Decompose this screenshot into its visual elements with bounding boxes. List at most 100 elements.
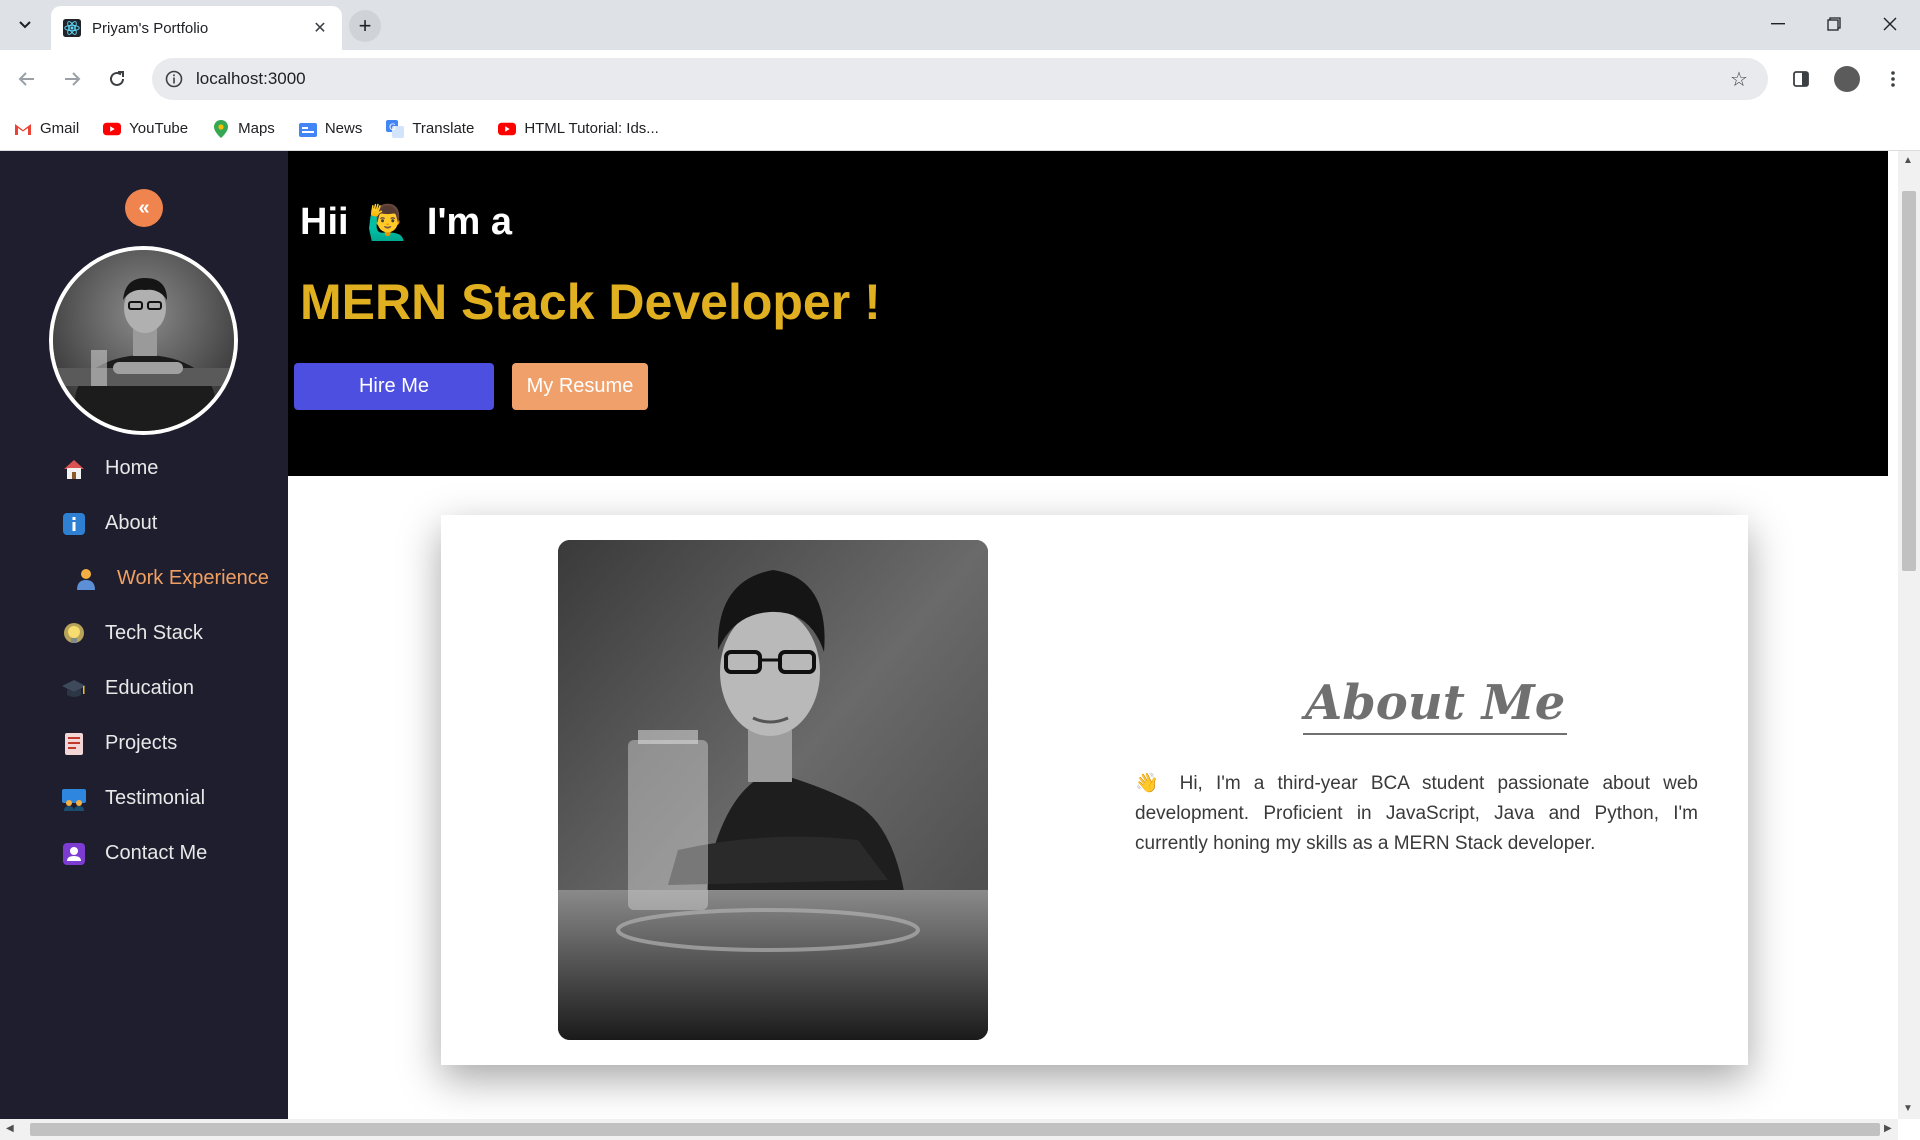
worker-icon (73, 566, 99, 592)
arrow-right-icon (65, 72, 81, 86)
arrow-left-icon (18, 72, 34, 86)
translate-icon: G (386, 119, 405, 138)
bookmark-youtube[interactable]: YouTube (103, 120, 188, 138)
profile-button[interactable] (1830, 62, 1864, 96)
browser-tab[interactable]: Priyam's Portfolio ✕ (51, 6, 342, 50)
hero-role: MERN Stack Developer ! (300, 274, 881, 330)
hero-greeting: Hii 🙋‍♂️ I'm a (300, 201, 512, 244)
contact-icon (61, 841, 87, 867)
lightbulb-icon (61, 621, 87, 647)
close-icon (1883, 17, 1897, 31)
bookmark-maps[interactable]: Maps (212, 119, 275, 138)
bookmark-label: Gmail (40, 120, 80, 137)
restore-icon (1827, 17, 1841, 31)
sidebar-item-about[interactable]: About (0, 496, 288, 551)
sidebar-item-testimonial[interactable]: Testimonial (0, 771, 288, 826)
bookmark-translate[interactable]: G Translate (386, 119, 474, 138)
document-icon (61, 731, 87, 757)
vertical-scrollbar[interactable]: ▲ ▼ (1898, 151, 1920, 1119)
tab-strip: Priyam's Portfolio ✕ + (0, 0, 1920, 50)
hire-me-button[interactable]: Hire Me (294, 363, 494, 410)
sidebar-item-label: Testimonial (105, 787, 206, 809)
bookmark-star-icon[interactable]: ☆ (1724, 64, 1754, 94)
gmail-icon (14, 120, 32, 138)
my-resume-button[interactable]: My Resume (512, 363, 648, 410)
reload-button[interactable] (100, 62, 134, 96)
site-info-icon[interactable] (162, 67, 186, 91)
about-title: About Me (1303, 675, 1568, 735)
address-bar[interactable]: localhost:3000 ☆ (152, 58, 1768, 100)
plus-icon: + (358, 13, 372, 38)
sidebar-item-label: Work Experience (117, 567, 269, 589)
sidebar-item-education[interactable]: Education (0, 661, 288, 716)
back-button[interactable] (10, 62, 44, 96)
side-panel-icon (1793, 71, 1809, 87)
scroll-left-icon[interactable]: ◀ (6, 1123, 14, 1134)
sidebar-item-work-experience[interactable]: Work Experience (0, 551, 288, 606)
close-window-button[interactable] (1862, 8, 1918, 40)
react-icon (63, 19, 81, 37)
bookmark-label: HTML Tutorial: Ids... (524, 120, 659, 137)
tab-search-button[interactable] (12, 12, 38, 38)
bookmark-html-tutorial[interactable]: HTML Tutorial: Ids... (498, 120, 659, 138)
news-icon (298, 120, 317, 138)
scroll-down-icon[interactable]: ▼ (1903, 1103, 1913, 1114)
horizontal-scrollbar[interactable]: ◀ ▶ (0, 1119, 1898, 1140)
graduation-cap-icon (61, 676, 87, 702)
waving-person-icon: 🙋‍♂️ (366, 203, 409, 242)
svg-text:G: G (389, 123, 396, 133)
url-text[interactable]: localhost:3000 (196, 69, 1724, 89)
about-portrait-image (558, 540, 988, 1040)
more-vert-icon (1891, 71, 1895, 87)
people-icon (61, 786, 87, 812)
restore-button[interactable] (1806, 8, 1862, 40)
sidebar-item-label: Home (105, 457, 159, 479)
greeting-text-end: I'm a (426, 201, 512, 243)
chevron-down-icon (19, 21, 31, 29)
double-chevron-left-icon: « (138, 196, 150, 219)
sidebar-item-home[interactable]: Home (0, 441, 288, 496)
sidebar-item-projects[interactable]: Projects (0, 716, 288, 771)
home-icon (61, 456, 87, 482)
side-panel-button[interactable] (1784, 62, 1818, 96)
hero-section: Hii 🙋‍♂️ I'm a MERN Stack Developer ! Hi… (288, 151, 1888, 476)
youtube-icon (103, 120, 122, 138)
sidebar-item-tech-stack[interactable]: Tech Stack (0, 606, 288, 661)
profile-photo (53, 250, 234, 431)
youtube-icon (498, 120, 517, 138)
collapse-sidebar-button[interactable]: « (125, 189, 163, 227)
horizontal-scroll-thumb[interactable] (30, 1123, 1880, 1136)
about-photo (558, 540, 988, 1040)
sidebar-item-label: Contact Me (105, 842, 208, 864)
forward-button[interactable] (55, 62, 89, 96)
sidebar-nav: Home About Work Experience Tech Stack Ed… (0, 441, 288, 881)
sidebar: « Home About Work Experience Tech Stack … (0, 151, 288, 1119)
bookmark-label: YouTube (129, 120, 189, 137)
bookmarks-bar: Gmail YouTube Maps News G Translate HTML… (0, 107, 1920, 151)
minimize-button[interactable] (1750, 8, 1806, 40)
reload-icon (110, 71, 124, 86)
close-tab-icon[interactable]: ✕ (310, 18, 330, 38)
new-tab-button[interactable]: + (349, 10, 381, 42)
bookmark-news[interactable]: News (298, 120, 363, 138)
vertical-scroll-thumb[interactable] (1902, 191, 1916, 571)
tab-title: Priyam's Portfolio (92, 19, 209, 37)
profile-avatar (49, 246, 238, 435)
about-card: About Me 👋 Hi, I'm a third-year BCA stud… (441, 515, 1748, 1065)
minimize-icon (1771, 23, 1785, 25)
sidebar-item-contact-me[interactable]: Contact Me (0, 826, 288, 881)
sidebar-item-label: About (105, 512, 158, 534)
browser-toolbar: localhost:3000 ☆ (0, 50, 1920, 107)
scroll-up-icon[interactable]: ▲ (1903, 155, 1913, 166)
bookmark-gmail[interactable]: Gmail (14, 120, 79, 138)
sidebar-item-label: Tech Stack (105, 622, 203, 644)
maps-icon (212, 119, 230, 138)
profile-avatar-icon (1834, 66, 1860, 92)
about-description: 👋 Hi, I'm a third-year BCA student passi… (1135, 773, 1698, 854)
sidebar-item-label: Projects (105, 732, 178, 754)
bookmark-label: News (324, 120, 363, 137)
scroll-right-icon[interactable]: ▶ (1884, 1123, 1892, 1134)
bookmark-label: Maps (238, 120, 275, 137)
menu-button[interactable] (1876, 62, 1910, 96)
page-viewport: « Home About Work Experience Tech Stack … (0, 151, 1920, 1140)
